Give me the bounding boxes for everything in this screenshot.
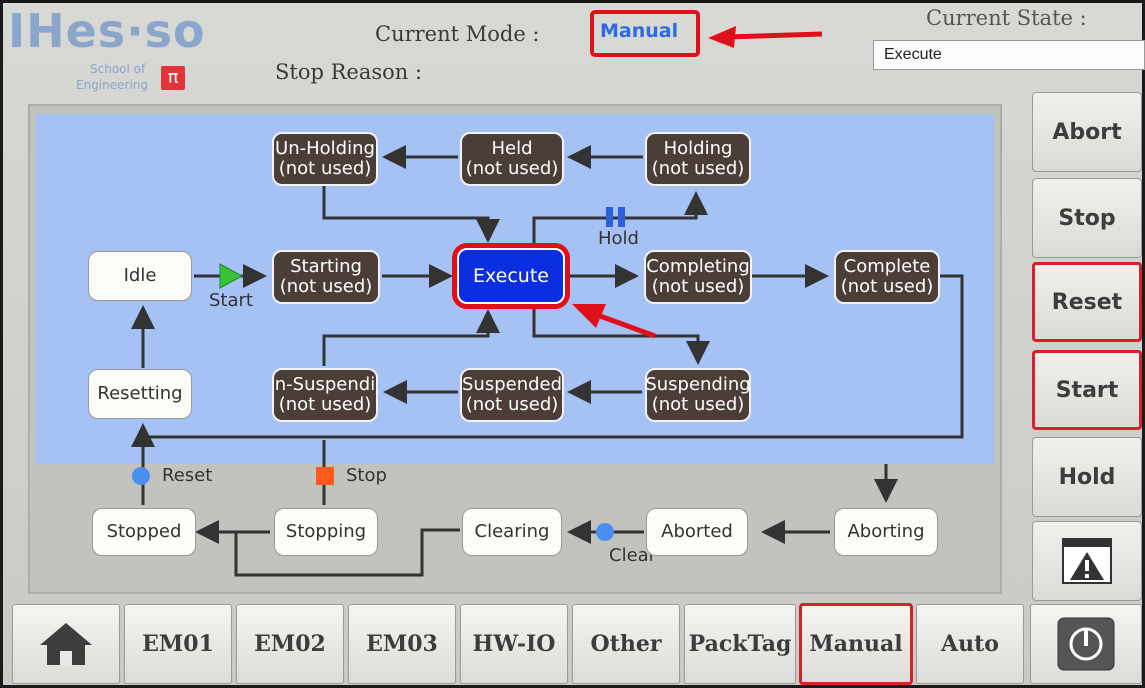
abort-button[interactable]: Abort [1032, 92, 1142, 172]
start-transition-label: Start [209, 290, 253, 311]
power-button[interactable] [1030, 604, 1142, 684]
state-unholding-note: (not used) [278, 158, 372, 179]
reset-button[interactable]: Reset [1032, 262, 1142, 342]
state-idle: Idle [88, 251, 192, 301]
state-aborting: Aborting [834, 508, 938, 556]
home-button[interactable] [12, 604, 120, 684]
state-held: Held (not used) [460, 132, 564, 186]
start-button[interactable]: Start [1032, 350, 1142, 430]
tab-other[interactable]: Other [572, 604, 680, 684]
state-suspending-note: (not used) [651, 394, 745, 415]
reset-transition-label: Reset [162, 465, 213, 486]
state-suspended-note: (not used) [465, 394, 559, 415]
tab-manual[interactable]: Manual [799, 603, 913, 685]
state-complete: Complete (not used) [834, 250, 940, 304]
state-holding-note: (not used) [651, 158, 745, 179]
stop-button[interactable]: Stop [1032, 178, 1142, 258]
home-icon [40, 623, 92, 665]
state-diagram-lines [131, 145, 964, 577]
state-held-note: (not used) [465, 158, 559, 179]
state-completing-label: Completing [646, 256, 750, 278]
stop-transition-label: Stop [346, 465, 387, 486]
state-stopped: Stopped [92, 508, 196, 556]
state-unholding: Un-Holding (not used) [272, 132, 378, 186]
state-completing: Completing (not used) [644, 250, 752, 304]
tab-em03[interactable]: EM03 [348, 604, 456, 684]
tab-em02[interactable]: EM02 [236, 604, 344, 684]
state-suspending: Suspending (not used) [645, 368, 751, 422]
tab-hw-io[interactable]: HW-IO [460, 604, 568, 684]
state-holding: Holding (not used) [645, 132, 751, 186]
alarm-button[interactable] [1032, 521, 1142, 601]
hold-transition-label: Hold [598, 228, 639, 249]
state-clearing: Clearing [462, 508, 562, 556]
state-unsuspending-note: (not used) [278, 394, 372, 415]
hold-button[interactable]: Hold [1032, 437, 1142, 517]
state-complete-label: Complete [843, 256, 931, 278]
state-stopping: Stopping [274, 508, 378, 556]
state-starting-label: Starting [290, 256, 362, 278]
state-completing-note: (not used) [651, 276, 745, 297]
tab-em01[interactable]: EM01 [124, 604, 232, 684]
state-starting-note: (not used) [279, 276, 373, 297]
state-suspended-label: Suspended [461, 374, 563, 396]
power-icon [1057, 617, 1115, 671]
state-unsuspending-label: n-Suspendi [274, 374, 376, 396]
state-unsuspending: n-Suspendi (not used) [272, 368, 378, 422]
state-holding-label: Holding [663, 138, 733, 160]
state-resetting: Resetting [88, 369, 192, 419]
warning-icon [1062, 538, 1112, 584]
state-execute: Execute [457, 248, 565, 304]
state-complete-note: (not used) [840, 276, 934, 297]
tab-auto[interactable]: Auto [916, 604, 1024, 684]
state-starting: Starting (not used) [272, 250, 380, 304]
state-unholding-label: Un-Holding [275, 138, 375, 160]
state-held-label: Held [491, 138, 533, 160]
state-aborted: Aborted [646, 508, 748, 556]
state-suspended: Suspended (not used) [460, 368, 564, 422]
state-suspending-label: Suspending [645, 374, 751, 396]
tab-packtag[interactable]: PackTag [684, 604, 796, 684]
